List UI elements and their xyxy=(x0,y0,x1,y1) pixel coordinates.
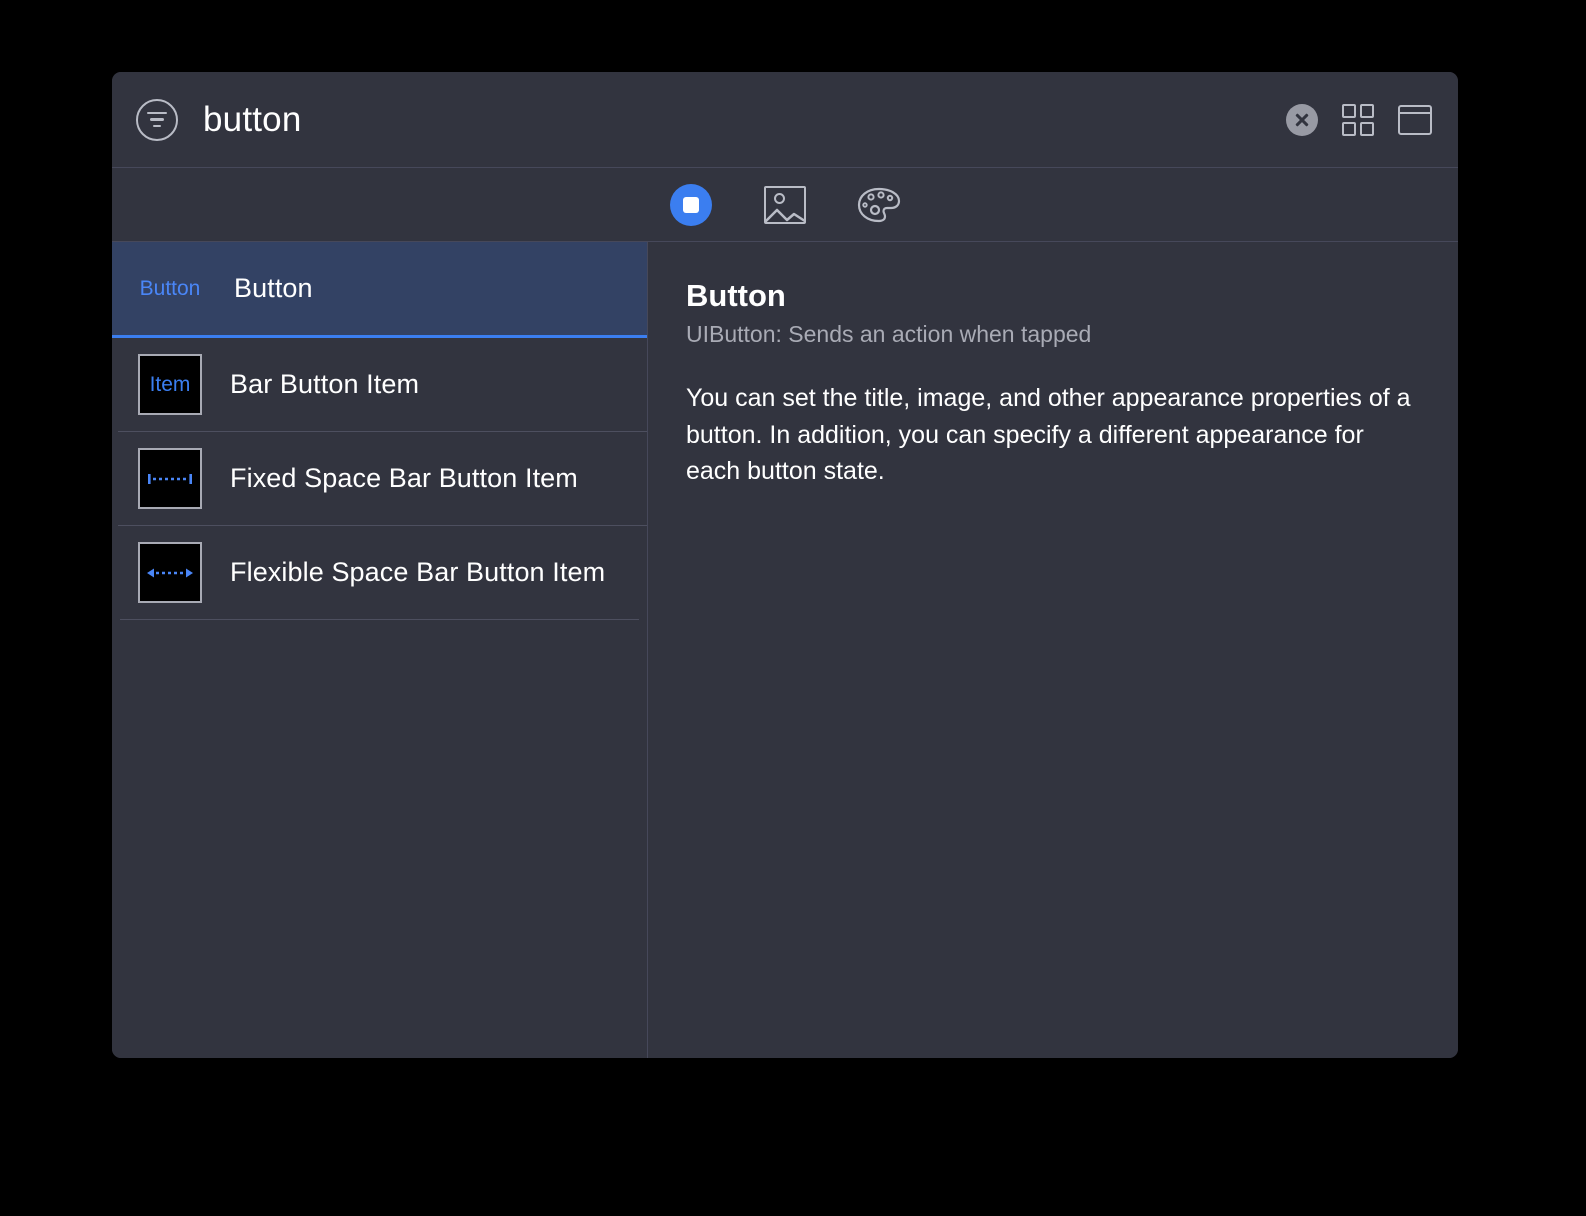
detail-subtitle: UIButton: Sends an action when tapped xyxy=(686,320,1092,347)
object-square-icon xyxy=(670,183,712,226)
list-item-bar-button-item[interactable]: Item Bar Button Item xyxy=(112,338,647,431)
window-body: Button Button Item Bar Button Item Fixed… xyxy=(112,242,1458,1058)
list-item-label: Button xyxy=(234,273,313,303)
list-item-label: Bar Button Item xyxy=(230,369,420,399)
tab-objects[interactable] xyxy=(662,179,720,231)
object-list: Button Button Item Bar Button Item Fixed… xyxy=(112,242,648,1058)
page-title: button xyxy=(203,100,302,139)
tab-colors[interactable] xyxy=(850,179,908,231)
color-palette-icon xyxy=(857,187,901,222)
button-preview-icon: Button xyxy=(138,258,202,319)
fixed-space-icon xyxy=(138,448,202,509)
list-divider xyxy=(120,619,639,620)
window-titlebar: button xyxy=(112,72,1458,168)
clear-search-icon[interactable] xyxy=(1286,103,1318,136)
mountain-shape xyxy=(766,208,804,222)
panel-view-icon[interactable] xyxy=(1398,104,1432,135)
list-item-button[interactable]: Button Button xyxy=(112,242,647,338)
fixed-space-glyph xyxy=(148,473,192,484)
bar-button-item-icon: Item xyxy=(138,354,202,415)
library-tabbar xyxy=(112,168,1458,242)
flexible-space-icon xyxy=(138,542,202,603)
inspector-window: button Button Button Item Bar Button Ite… xyxy=(112,72,1458,1058)
tab-media[interactable] xyxy=(756,179,814,231)
list-item-label: Flexible Space Bar Button Item xyxy=(230,557,606,587)
button-preview-label: Button xyxy=(139,276,201,300)
detail-description: You can set the title, image, and other … xyxy=(686,384,1411,485)
titlebar-actions xyxy=(1286,103,1432,136)
list-item-label: Fixed Space Bar Button Item xyxy=(230,463,578,493)
list-item-flexible-space-bar-button-item[interactable]: Flexible Space Bar Button Item xyxy=(112,526,647,619)
list-item-fixed-space-bar-button-item[interactable]: Fixed Space Bar Button Item xyxy=(112,432,647,525)
flexible-space-glyph xyxy=(147,568,193,577)
image-icon xyxy=(764,185,806,224)
bar-button-item-icon-label: Item xyxy=(149,372,191,396)
filter-icon[interactable] xyxy=(136,98,178,141)
detail-pane: Button UIButton: Sends an action when ta… xyxy=(648,242,1458,1058)
detail-title: Button xyxy=(686,278,786,313)
grid-view-icon[interactable] xyxy=(1342,103,1374,136)
